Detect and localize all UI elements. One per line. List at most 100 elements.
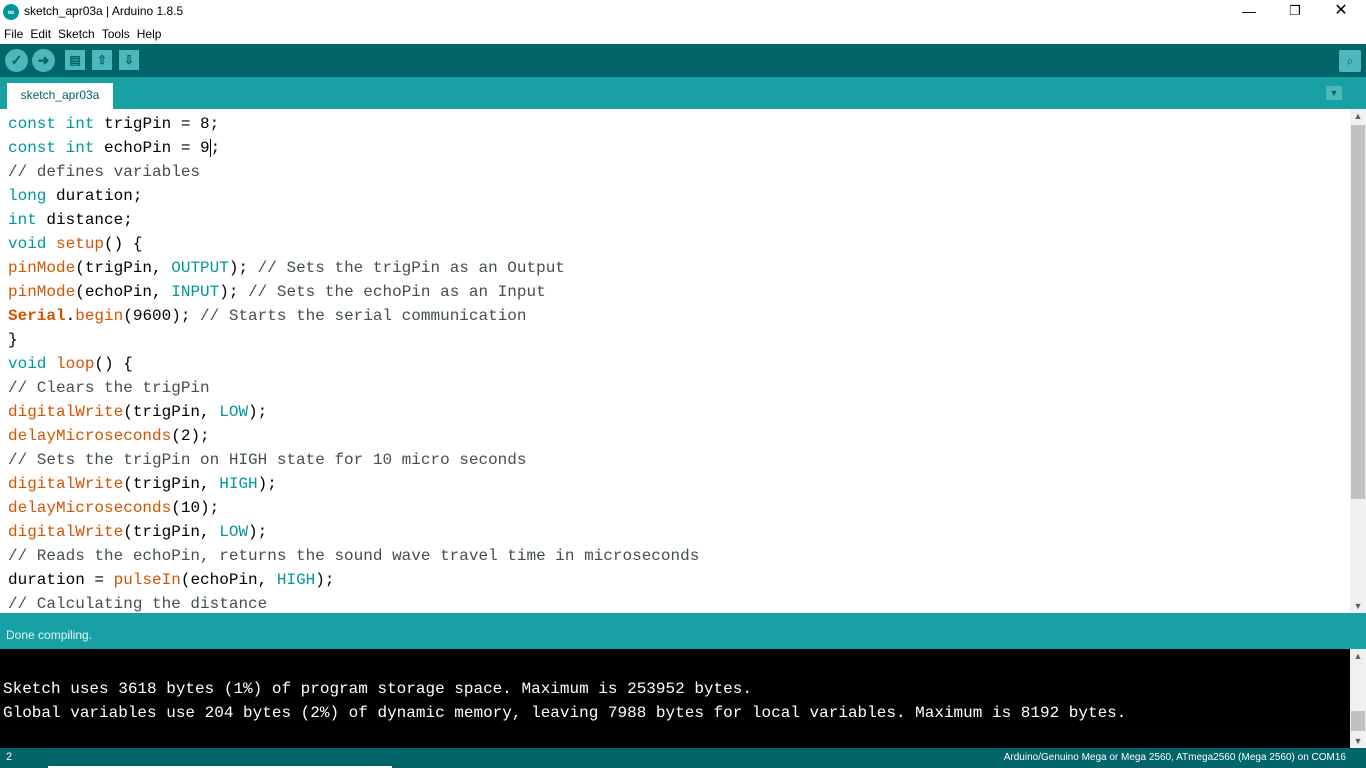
code-token: echoPin = 9 xyxy=(94,139,210,157)
scroll-up-icon[interactable]: ▲ xyxy=(1350,109,1366,123)
code-token: const xyxy=(8,139,57,157)
code-token: LOW xyxy=(219,523,249,541)
code-line[interactable]: pinMode(echoPin, INPUT); // Sets the ech… xyxy=(8,280,699,304)
menu-tools[interactable]: Tools xyxy=(98,24,133,42)
code-line[interactable]: // Reads the echoPin, returns the sound … xyxy=(8,544,699,568)
scroll-down-icon[interactable]: ▼ xyxy=(1350,734,1366,748)
new-sketch-button[interactable]: ▤ xyxy=(65,50,85,70)
tab-menu-dropdown-icon[interactable]: ▼ xyxy=(1326,86,1342,100)
code-token: // Sets the echoPin as an Input xyxy=(248,283,546,301)
code-line[interactable]: // Clears the trigPin xyxy=(8,376,699,400)
tab-sketch[interactable]: sketch_apr03a xyxy=(7,83,113,109)
close-button[interactable]: ✕ xyxy=(1318,0,1364,24)
code-line[interactable]: int distance; xyxy=(8,208,699,232)
editor-scrollbar[interactable]: ▲ ▼ xyxy=(1350,109,1366,613)
code-token: begin xyxy=(75,307,124,325)
console-line: Sketch uses 3618 bytes (1%) of program s… xyxy=(3,680,752,698)
console-line: Global variables use 204 bytes (2%) of d… xyxy=(3,704,1127,722)
code-line[interactable]: } xyxy=(8,328,699,352)
console-scroll-thumb[interactable] xyxy=(1351,711,1365,731)
scroll-up-icon[interactable]: ▲ xyxy=(1350,649,1366,663)
line-number: 2 xyxy=(6,751,13,763)
code-token: (2); xyxy=(171,427,210,445)
code-line[interactable]: delayMicroseconds(2); xyxy=(8,424,699,448)
code-token: ); xyxy=(248,523,268,541)
code-line[interactable]: // Sets the trigPin on HIGH state for 10… xyxy=(8,448,699,472)
code-token: duration = xyxy=(8,571,114,589)
menu-file[interactable]: File xyxy=(0,24,26,42)
code-token: INPUT xyxy=(171,283,220,301)
code-token: duration; xyxy=(46,187,143,205)
code-line[interactable]: void setup() { xyxy=(8,232,699,256)
code-line[interactable]: long duration; xyxy=(8,184,699,208)
code-line[interactable]: // defines variables xyxy=(8,160,699,184)
verify-button[interactable]: ✓ xyxy=(5,49,28,72)
code-token: (echoPin, xyxy=(180,571,277,589)
code-token: setup xyxy=(56,235,105,253)
code-token: pulseIn xyxy=(113,571,181,589)
menu-bar: File Edit Sketch Tools Help xyxy=(0,24,1366,45)
code-line[interactable]: pinMode(trigPin, OUTPUT); // Sets the tr… xyxy=(8,256,699,280)
status-bar: Done compiling. xyxy=(0,613,1366,649)
code-text[interactable]: const int trigPin = 8; const int echoPin … xyxy=(8,112,699,613)
maximize-button[interactable]: ❐ xyxy=(1272,0,1318,24)
code-token: (echoPin, xyxy=(75,283,172,301)
code-token: // Starts the serial communication xyxy=(200,307,527,325)
serial-monitor-icon[interactable]: ⌕ xyxy=(1339,50,1361,72)
code-token: void xyxy=(8,235,47,253)
code-token: (trigPin, xyxy=(123,475,220,493)
code-token: HIGH xyxy=(276,571,316,589)
code-token: (9600); xyxy=(123,307,201,325)
code-line[interactable]: digitalWrite(trigPin, HIGH); xyxy=(8,472,699,496)
code-token: ); xyxy=(228,259,258,277)
console-output: Sketch uses 3618 bytes (1%) of program s… xyxy=(0,649,1350,748)
code-token: trigPin = 8; xyxy=(94,115,220,133)
code-token: int xyxy=(65,115,95,133)
code-line[interactable]: digitalWrite(trigPin, LOW); xyxy=(8,400,699,424)
code-token: ); xyxy=(219,283,249,301)
code-token: ); xyxy=(315,571,335,589)
code-line[interactable]: Serial.begin(9600); // Starts the serial… xyxy=(8,304,699,328)
code-token: ; xyxy=(210,139,221,157)
scroll-down-icon[interactable]: ▼ xyxy=(1350,599,1366,613)
code-line[interactable]: // Calculating the distance xyxy=(8,592,699,613)
code-token: // Calculating the distance xyxy=(8,595,268,613)
code-editor[interactable]: const int trigPin = 8; const int echoPin … xyxy=(0,109,1350,613)
upload-button[interactable]: ➜ xyxy=(32,49,55,72)
editor-scroll-thumb[interactable] xyxy=(1351,125,1365,499)
code-token: (10); xyxy=(171,499,220,517)
code-token: (trigPin, xyxy=(123,523,220,541)
code-line[interactable]: const int trigPin = 8; xyxy=(8,112,699,136)
arduino-logo-icon: ∞ xyxy=(3,4,19,20)
code-token: long xyxy=(8,187,47,205)
code-token: LOW xyxy=(219,403,249,421)
menu-edit[interactable]: Edit xyxy=(26,24,54,42)
code-token: digitalWrite xyxy=(8,403,124,421)
code-token: delayMicroseconds xyxy=(8,499,172,517)
code-token: int xyxy=(8,211,37,229)
code-token: digitalWrite xyxy=(8,475,124,493)
code-token: HIGH xyxy=(219,475,258,493)
code-line[interactable]: const int echoPin = 9; xyxy=(8,136,699,160)
tab-bar: sketch_apr03a ▼ xyxy=(0,77,1366,109)
code-line[interactable]: void loop() { xyxy=(8,352,699,376)
console-scrollbar[interactable]: ▲ ▼ xyxy=(1350,649,1366,748)
code-token: Serial xyxy=(8,307,66,325)
board-info: Arduino/Genuino Mega or Mega 2560, ATmeg… xyxy=(1003,752,1346,763)
code-token: (trigPin, xyxy=(123,403,220,421)
minimize-button[interactable]: — xyxy=(1226,0,1272,24)
save-sketch-button[interactable]: ⇩ xyxy=(119,50,139,70)
code-token: const xyxy=(8,115,57,133)
code-line[interactable]: duration = pulseIn(echoPin, HIGH); xyxy=(8,568,699,592)
menu-sketch[interactable]: Sketch xyxy=(54,24,98,42)
open-sketch-button[interactable]: ⇧ xyxy=(92,50,112,70)
menu-help[interactable]: Help xyxy=(133,24,165,42)
code-line[interactable]: digitalWrite(trigPin, LOW); xyxy=(8,520,699,544)
code-token: digitalWrite xyxy=(8,523,124,541)
code-line[interactable]: delayMicroseconds(10); xyxy=(8,496,699,520)
window-title: sketch_apr03a | Arduino 1.8.5 xyxy=(24,4,184,18)
